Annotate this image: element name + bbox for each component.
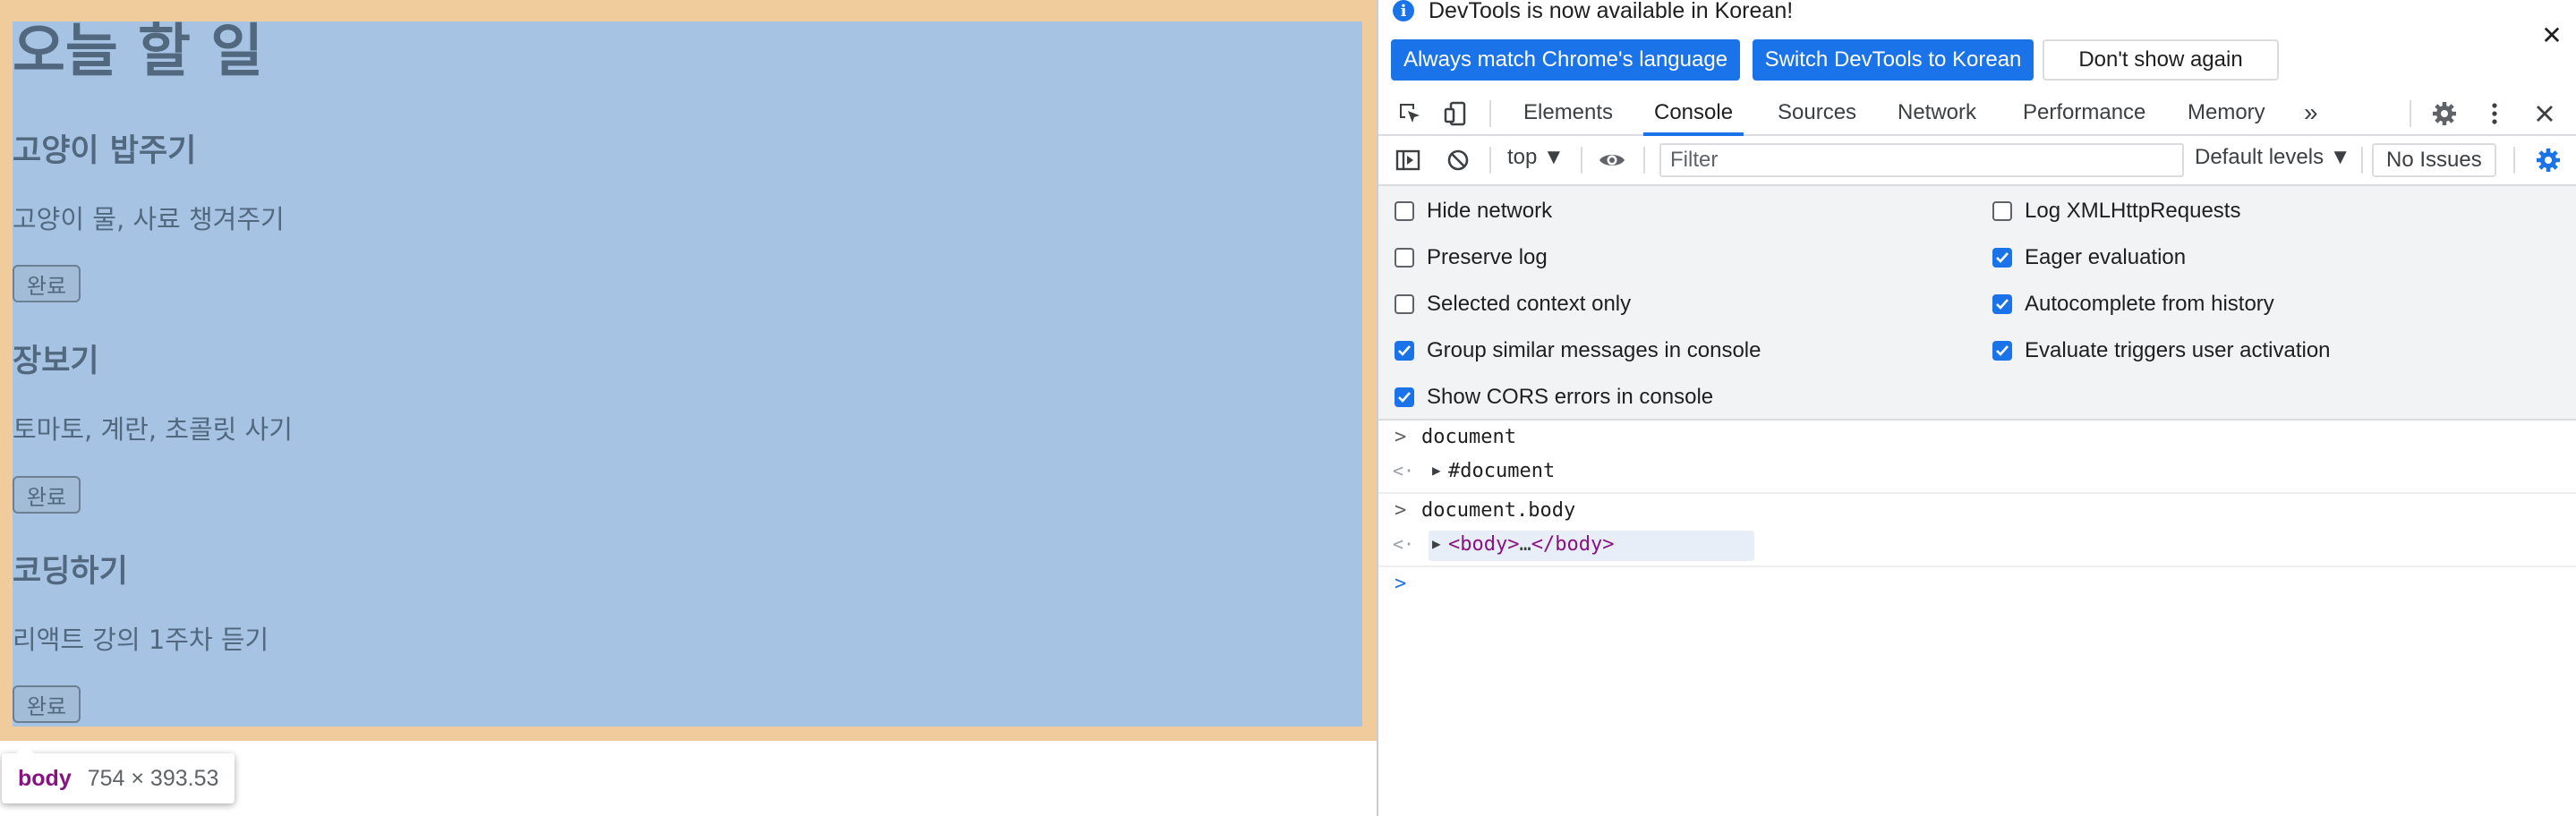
checkbox[interactable] xyxy=(1992,294,2012,314)
option-label: Group similar messages in console xyxy=(1427,338,1761,362)
divider xyxy=(1643,147,1645,174)
console-settings-icon[interactable] xyxy=(2533,145,2563,175)
checkbox[interactable] xyxy=(1395,341,1414,361)
prompt-chevron-icon: > xyxy=(1395,573,1407,595)
tooltip-tag: body xyxy=(18,765,72,791)
eager-evaluation-option[interactable]: Eager evaluation xyxy=(1992,245,2186,270)
show-sidebar-icon[interactable] xyxy=(1393,145,1423,175)
result-arrow-icon: <· xyxy=(1393,533,1415,555)
console-result-row[interactable]: <· ▶ <body>…</body> xyxy=(1378,528,2576,564)
todo-title: 코딩하기 xyxy=(13,554,128,590)
evaluate-triggers-option[interactable]: Evaluate triggers user activation xyxy=(1992,338,2331,363)
page-viewport: 오늘 할 일 고양이 밥주기 고양이 물, 사료 챙겨주기 완료 장보기 토마토… xyxy=(0,0,1377,816)
tooltip-size: 754 × 393.53 xyxy=(87,765,219,791)
page-title: 오늘 할 일 xyxy=(13,19,264,85)
todo-title: 장보기 xyxy=(13,344,99,379)
tab-network[interactable]: Network xyxy=(1898,91,1976,134)
log-xhr-option[interactable]: Log XMLHttpRequests xyxy=(1992,199,2240,224)
divider xyxy=(2513,147,2515,174)
body-close-tag: </body> xyxy=(1531,533,1615,556)
console-result[interactable]: <body>…</body> xyxy=(1448,533,1614,556)
eye-icon[interactable] xyxy=(1597,145,1627,175)
option-label: Hide network xyxy=(1427,199,1553,223)
devtools-tabbar: Elements Console Sources Network Perform… xyxy=(1378,91,2576,136)
checkbox[interactable] xyxy=(1395,248,1414,268)
prompt-chevron-icon: > xyxy=(1395,499,1407,522)
devtools-panel: i DevTools is now available in Korean! ✕… xyxy=(1377,0,2576,816)
tab-sources[interactable]: Sources xyxy=(1778,91,1856,134)
console-input: document xyxy=(1421,426,1516,448)
tab-console[interactable]: Console xyxy=(1642,91,1744,136)
context-select[interactable]: top ▼ xyxy=(1507,145,1565,170)
tab-performance[interactable]: Performance xyxy=(2023,91,2145,134)
option-label: Log XMLHttpRequests xyxy=(2025,199,2241,223)
more-options-icon[interactable] xyxy=(2479,98,2510,129)
divider xyxy=(1489,147,1491,174)
console-input-row: > document.body xyxy=(1378,494,2576,530)
divider xyxy=(2361,147,2363,174)
done-button[interactable]: 완료 xyxy=(13,476,81,514)
todo-description: 리액트 강의 1주차 듣기 xyxy=(13,625,269,655)
issues-button[interactable]: No Issues xyxy=(2372,143,2496,177)
clear-console-icon[interactable] xyxy=(1443,145,1473,175)
todo-title: 고양이 밥주기 xyxy=(13,133,197,169)
autocomplete-history-option[interactable]: Autocomplete from history xyxy=(1992,292,2274,317)
dont-show-again-button[interactable]: Don't show again xyxy=(2043,39,2279,81)
checkbox[interactable] xyxy=(1395,201,1414,221)
element-tooltip: body 754 × 393.53 xyxy=(2,744,235,803)
option-label: Show CORS errors in console xyxy=(1427,385,1714,409)
todo-description: 고양이 물, 사료 챙겨주기 xyxy=(13,204,285,234)
option-label: Eager evaluation xyxy=(2025,245,2187,269)
done-button[interactable]: 완료 xyxy=(13,265,81,302)
always-match-language-button[interactable]: Always match Chrome's language xyxy=(1391,39,1740,81)
done-button[interactable]: 완료 xyxy=(13,685,81,723)
checkbox[interactable] xyxy=(1395,387,1414,407)
gear-icon[interactable] xyxy=(2429,98,2460,129)
prompt-chevron-icon: > xyxy=(1395,426,1407,448)
divider xyxy=(1581,147,1582,174)
expand-triangle-icon[interactable]: ▶ xyxy=(1432,535,1441,552)
option-label: Selected context only xyxy=(1427,292,1632,316)
result-arrow-icon: <· xyxy=(1393,460,1415,481)
console-result-row[interactable]: <· ▶ #document xyxy=(1378,455,2576,490)
console-input-row: > document xyxy=(1378,421,2576,456)
console-toolbar: top ▼ Default levels ▼ No Issues xyxy=(1378,136,2576,186)
switch-to-korean-button[interactable]: Switch DevTools to Korean xyxy=(1753,39,2034,81)
group-similar-option[interactable]: Group similar messages in console xyxy=(1395,338,1761,363)
checkbox[interactable] xyxy=(1992,201,2012,221)
tab-elements[interactable]: Elements xyxy=(1523,91,1613,134)
console-result[interactable]: #document xyxy=(1448,460,1555,482)
body-open-tag: <body> xyxy=(1448,533,1520,556)
selected-context-option[interactable]: Selected context only xyxy=(1395,292,1631,317)
console-settings-panel: Hide network Preserve log Selected conte… xyxy=(1378,186,2576,421)
divider xyxy=(1489,100,1491,127)
device-toolbar-icon[interactable] xyxy=(1441,98,1471,129)
infobar-message: DevTools is now available in Korean! xyxy=(1429,0,1794,23)
todo-description: 토마토, 계란, 초콜릿 사기 xyxy=(13,414,293,445)
hide-network-option[interactable]: Hide network xyxy=(1395,199,1552,224)
language-infobar: i DevTools is now available in Korean! ✕… xyxy=(1378,0,2576,91)
inspect-element-icon[interactable] xyxy=(1395,98,1425,129)
option-label: Autocomplete from history xyxy=(2025,292,2274,316)
console-prompt-row[interactable]: > xyxy=(1378,567,2576,603)
log-levels-select[interactable]: Default levels ▼ xyxy=(2195,145,2351,170)
checkbox[interactable] xyxy=(1992,341,2012,361)
checkbox[interactable] xyxy=(1992,248,2012,268)
option-label: Evaluate triggers user activation xyxy=(2025,338,2331,362)
more-tabs-icon[interactable]: » xyxy=(2304,91,2318,134)
close-devtools-icon[interactable] xyxy=(2529,98,2560,129)
option-label: Preserve log xyxy=(1427,245,1548,269)
filter-input[interactable] xyxy=(1659,143,2184,177)
preserve-log-option[interactable]: Preserve log xyxy=(1395,245,1548,270)
cors-errors-option[interactable]: Show CORS errors in console xyxy=(1395,385,1713,410)
checkbox[interactable] xyxy=(1395,294,1414,314)
expand-triangle-icon[interactable]: ▶ xyxy=(1432,462,1441,479)
divider xyxy=(2410,100,2411,127)
console-output[interactable]: > document <· ▶ #document > document.bod… xyxy=(1378,421,2576,816)
info-icon: i xyxy=(1393,0,1414,21)
body-ellipsis: … xyxy=(1519,533,1531,556)
tab-memory[interactable]: Memory xyxy=(2188,91,2265,134)
close-icon[interactable]: ✕ xyxy=(2538,21,2565,49)
console-input: document.body xyxy=(1421,499,1576,522)
